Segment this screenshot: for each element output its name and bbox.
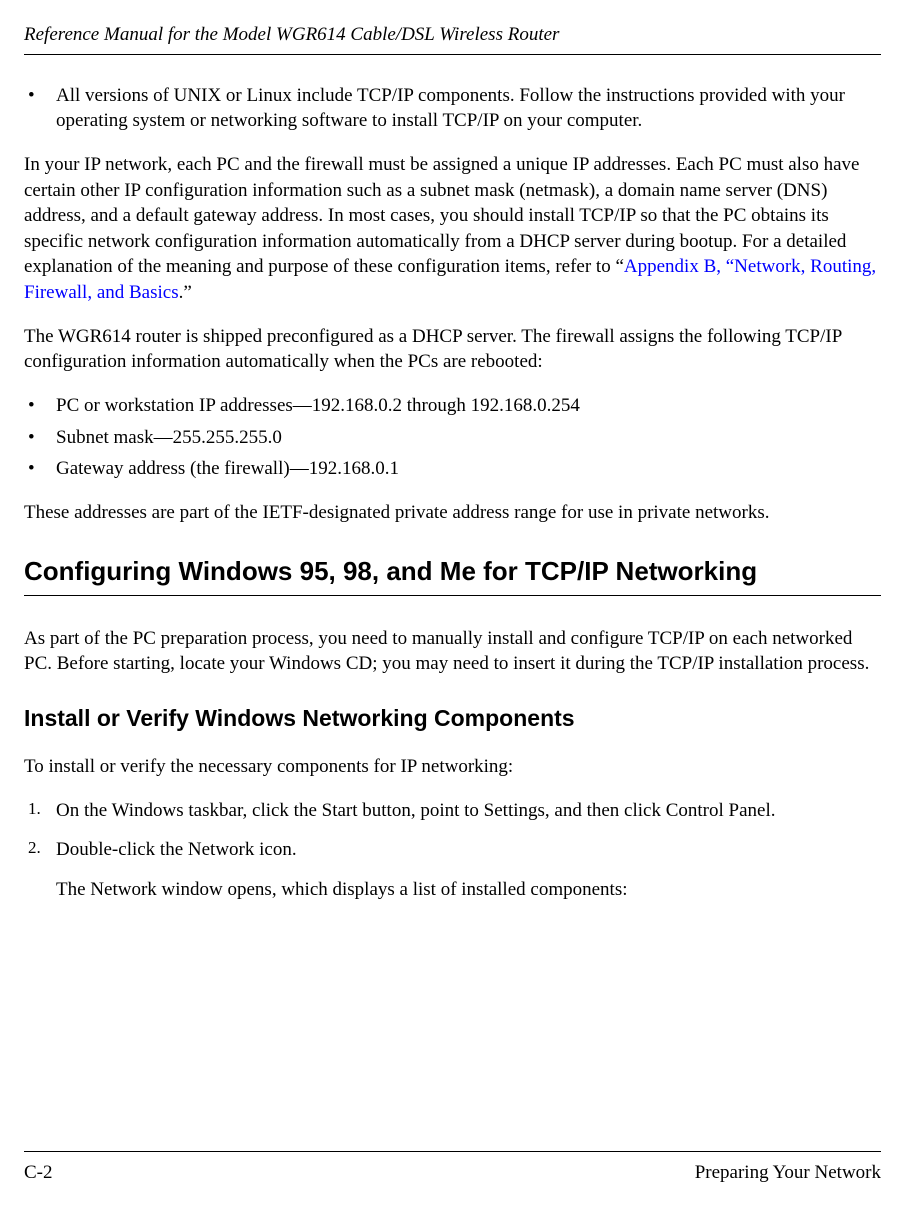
heading-install-verify: Install or Verify Windows Networking Com… — [24, 703, 881, 734]
paragraph-ip-network: In your IP network, each PC and the fire… — [24, 152, 881, 306]
step-text: Double-click the Network icon. — [56, 837, 881, 863]
paragraph-install-verify-intro: To install or verify the necessary compo… — [24, 754, 881, 780]
bullet-text: Subnet mask—255.255.255.0 — [56, 425, 881, 451]
step-number: 1. — [28, 798, 56, 824]
bullet-unix-linux: • All versions of UNIX or Linux include … — [28, 83, 881, 134]
bullet-marker: • — [28, 456, 56, 482]
paragraph-ietf: These addresses are part of the IETF-des… — [24, 500, 881, 526]
bullet-marker: • — [28, 425, 56, 451]
bullet-text: PC or workstation IP addresses—192.168.0… — [56, 393, 881, 419]
step-1: 1. On the Windows taskbar, click the Sta… — [28, 798, 881, 824]
heading-rule — [24, 595, 881, 596]
list-item: • Gateway address (the firewall)—192.168… — [28, 456, 881, 482]
section-name: Preparing Your Network — [695, 1160, 881, 1186]
config-info-list: • PC or workstation IP addresses—192.168… — [24, 393, 881, 482]
footer-row: C-2 Preparing Your Network — [24, 1160, 881, 1186]
heading-configuring-windows: Configuring Windows 95, 98, and Me for T… — [24, 554, 881, 589]
bullet-marker: • — [28, 393, 56, 419]
page-header-title: Reference Manual for the Model WGR614 Ca… — [24, 22, 881, 48]
page-footer: C-2 Preparing Your Network — [24, 1151, 881, 1186]
para-text-after-link: .” — [179, 282, 192, 303]
bullet-text: Gateway address (the firewall)—192.168.0… — [56, 456, 881, 482]
bullet-marker: • — [28, 83, 56, 134]
step-2-continuation: The Network window opens, which displays… — [56, 877, 881, 903]
list-item: • PC or workstation IP addresses—192.168… — [28, 393, 881, 419]
header-rule — [24, 54, 881, 55]
bullet-text: All versions of UNIX or Linux include TC… — [56, 83, 881, 134]
paragraph-dhcp-server: The WGR614 router is shipped preconfigur… — [24, 324, 881, 375]
step-2: 2. Double-click the Network icon. — [28, 837, 881, 863]
page-number: C-2 — [24, 1160, 53, 1186]
list-item: • Subnet mask—255.255.255.0 — [28, 425, 881, 451]
footer-rule — [24, 1151, 881, 1152]
paragraph-pc-preparation: As part of the PC preparation process, y… — [24, 626, 881, 677]
step-text: On the Windows taskbar, click the Start … — [56, 798, 881, 824]
step-number: 2. — [28, 837, 56, 863]
